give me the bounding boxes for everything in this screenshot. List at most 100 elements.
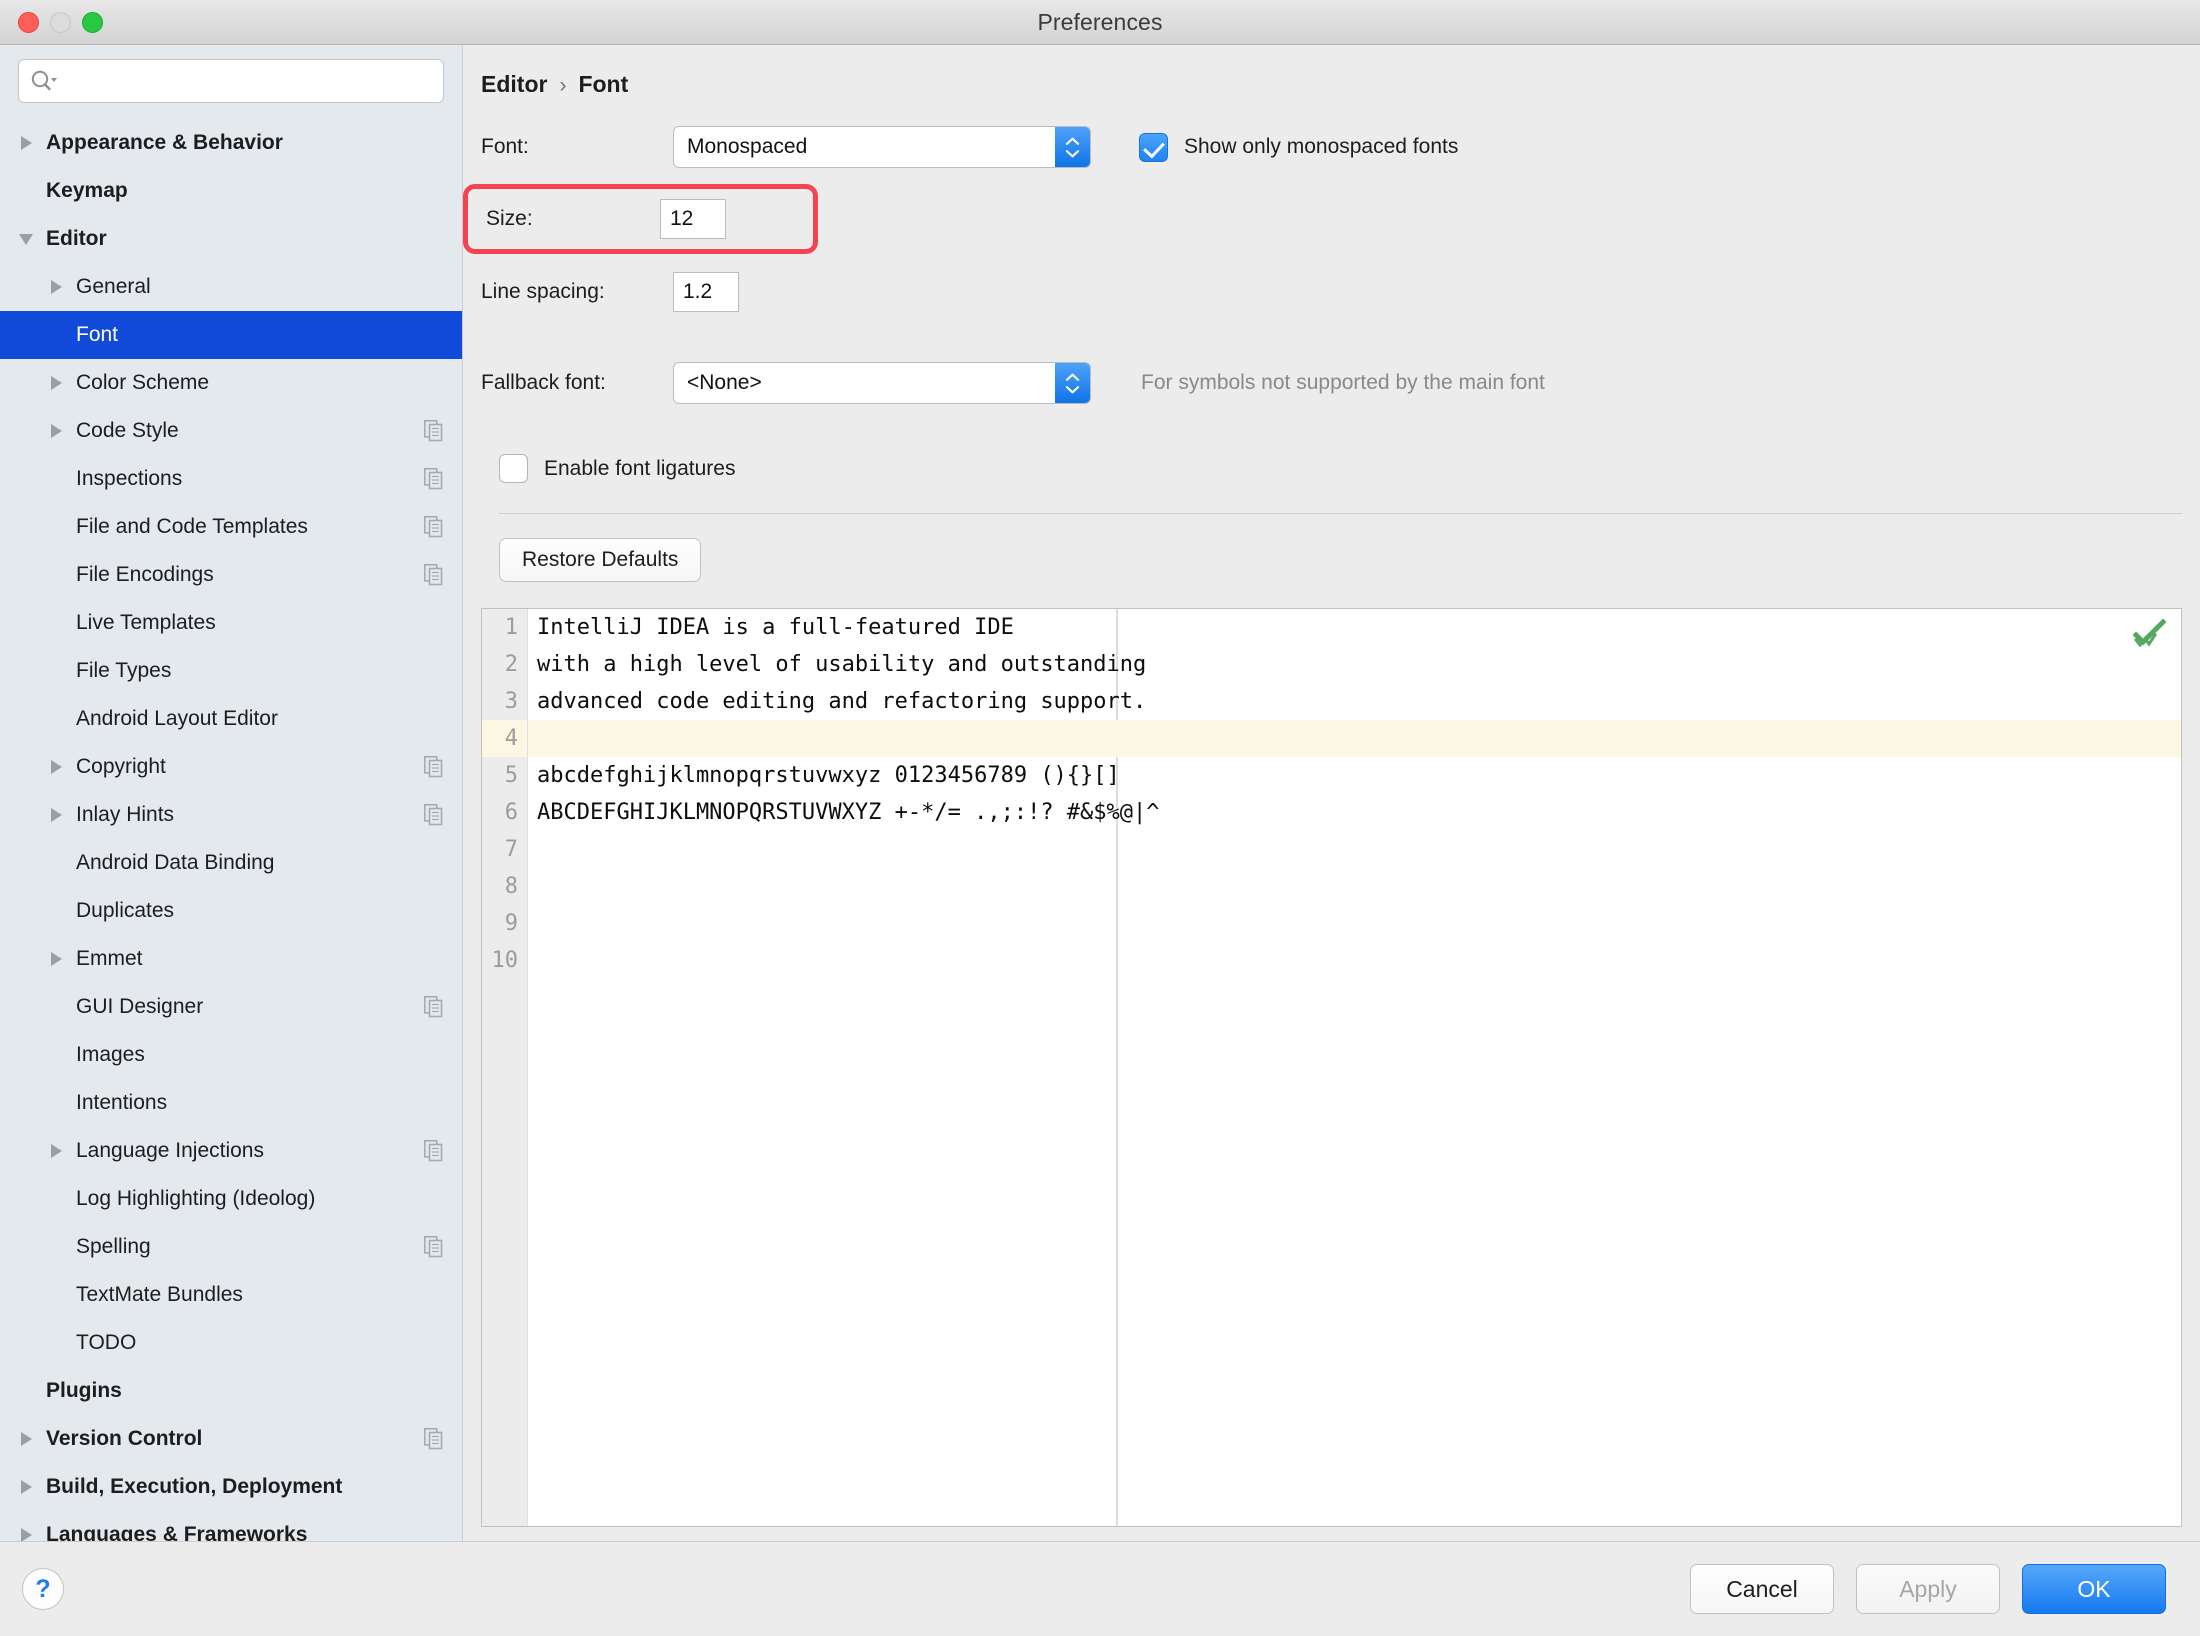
line-number: 4 [482, 720, 527, 757]
breadcrumb-parent[interactable]: Editor [481, 71, 547, 98]
sidebar-item-label: Editor [46, 227, 107, 250]
cancel-button[interactable]: Cancel [1690, 1564, 1834, 1614]
copy-settings-icon[interactable] [424, 1236, 444, 1258]
sidebar-item-color-scheme[interactable]: Color Scheme [0, 359, 462, 407]
sidebar-item-spelling[interactable]: Spelling [0, 1223, 462, 1271]
sidebar-item-textmate-bundles[interactable]: TextMate Bundles [0, 1271, 462, 1319]
apply-button[interactable]: Apply [1856, 1564, 2000, 1614]
help-button[interactable]: ? [22, 1568, 64, 1610]
restore-defaults-button[interactable]: Restore Defaults [499, 538, 702, 582]
sidebar-item-copyright[interactable]: Copyright [0, 743, 462, 791]
chevron-right-icon[interactable] [18, 1526, 36, 1541]
preview-code-area[interactable]: IntelliJ IDEA is a full-featured IDE with… [528, 609, 2181, 1526]
fallback-font-select[interactable]: <None> [673, 362, 1091, 404]
ligatures-row[interactable]: Enable font ligatures [499, 454, 2200, 483]
chevron-right-icon[interactable] [48, 1142, 66, 1160]
sidebar-item-label: Inspections [76, 467, 183, 490]
sidebar-item-general[interactable]: General [0, 263, 462, 311]
font-size-input[interactable]: 12 [660, 199, 726, 239]
chevron-right-icon[interactable] [48, 278, 66, 296]
chevron-right-icon[interactable] [48, 806, 66, 824]
sidebar-item-keymap[interactable]: Keymap [0, 167, 462, 215]
sidebar-item-font[interactable]: Font [0, 311, 462, 359]
copy-settings-icon[interactable] [424, 516, 444, 538]
window-title: Preferences [1037, 8, 1163, 35]
line-number: 6 [504, 800, 518, 825]
sidebar-item-label: Color Scheme [76, 371, 210, 394]
sidebar-item-plugins[interactable]: Plugins [0, 1367, 462, 1415]
chevron-right-icon[interactable] [18, 1478, 36, 1496]
sidebar-item-live-templates[interactable]: Live Templates [0, 599, 462, 647]
sidebar-item-label: File Types [76, 659, 172, 682]
ok-button[interactable]: OK [2022, 1564, 2166, 1614]
sidebar-item-duplicates[interactable]: Duplicates [0, 887, 462, 935]
sidebar-item-emmet[interactable]: Emmet [0, 935, 462, 983]
line-spacing-input[interactable]: 1.2 [673, 272, 739, 312]
settings-tree[interactable]: Appearance & Behavior Keymap Editor General… [0, 115, 462, 1541]
enable-font-ligatures-checkbox[interactable] [499, 454, 528, 483]
search-input[interactable] [59, 60, 433, 102]
copy-settings-icon[interactable] [424, 756, 444, 778]
show-monospaced-row[interactable]: Show only monospaced fonts [1139, 132, 1458, 162]
sidebar-item-log-highlighting-ideolog[interactable]: Log Highlighting (Ideolog) [0, 1175, 462, 1223]
sidebar-item-file-types[interactable]: File Types [0, 647, 462, 695]
search-box[interactable] [18, 59, 444, 103]
line-spacing-label: Line spacing: [481, 280, 605, 303]
footer-actions: Cancel Apply OK [1690, 1564, 2166, 1614]
copy-settings-icon[interactable] [424, 420, 444, 442]
sidebar-item-images[interactable]: Images [0, 1031, 462, 1079]
sidebar-item-file-and-code-templates[interactable]: File and Code Templates [0, 503, 462, 551]
font-preview-editor[interactable]: 1 2 3 4 5 6 7 8 9 10 IntelliJ IDEA is a full-feat… [481, 608, 2182, 1527]
sidebar-item-gui-designer[interactable]: GUI Designer [0, 983, 462, 1031]
chevron-right-icon[interactable] [48, 758, 66, 776]
chevron-right-icon[interactable] [48, 422, 66, 440]
line-number: 1 [504, 615, 518, 640]
sidebar-item-android-layout-editor[interactable]: Android Layout Editor [0, 695, 462, 743]
sidebar-item-appearance-behavior[interactable]: Appearance & Behavior [0, 119, 462, 167]
sidebar-item-intentions[interactable]: Intentions [0, 1079, 462, 1127]
sidebar-item-editor[interactable]: Editor [0, 215, 462, 263]
font-family-select[interactable]: Monospaced [673, 126, 1091, 168]
settings-content: Editor › Font Font: Monospaced Show only… [463, 45, 2200, 1541]
sidebar-item-language-injections[interactable]: Language Injections [0, 1127, 462, 1175]
preferences-window: Preferences Appearance & Behavior Keymap E [0, 0, 2200, 1636]
sidebar-item-label: Android Layout Editor [76, 707, 278, 730]
copy-settings-icon[interactable] [424, 996, 444, 1018]
font-family-stepper-icon[interactable] [1055, 127, 1090, 167]
preview-code-line: IntelliJ IDEA is a full-featured IDE [537, 615, 1014, 640]
sidebar-item-build-execution-deployment[interactable]: Build, Execution, Deployment [0, 1463, 462, 1511]
sidebar-item-inspections[interactable]: Inspections [0, 455, 462, 503]
sidebar-item-label: Languages & Frameworks [46, 1523, 308, 1541]
chevron-right-icon[interactable] [48, 374, 66, 392]
sidebar-item-label: Appearance & Behavior [46, 131, 283, 154]
sidebar-item-label: Live Templates [76, 611, 216, 634]
copy-settings-icon[interactable] [424, 468, 444, 490]
close-window-button[interactable] [18, 12, 39, 33]
copy-settings-icon[interactable] [424, 804, 444, 826]
chevron-right-icon[interactable] [18, 1430, 36, 1448]
copy-settings-icon[interactable] [424, 564, 444, 586]
copy-settings-icon[interactable] [424, 1428, 444, 1450]
sidebar-item-languages-frameworks[interactable]: Languages & Frameworks [0, 1511, 462, 1541]
fallback-font-stepper-icon[interactable] [1055, 363, 1090, 403]
show-monospaced-checkbox[interactable] [1139, 132, 1168, 162]
sidebar-item-label: File Encodings [76, 563, 214, 586]
chevron-down-icon[interactable] [18, 230, 36, 248]
copy-settings-icon[interactable] [424, 1140, 444, 1162]
minimize-window-button[interactable] [50, 12, 71, 33]
sidebar-item-code-style[interactable]: Code Style [0, 407, 462, 455]
sidebar-item-android-data-binding[interactable]: Android Data Binding [0, 839, 462, 887]
maximize-window-button[interactable] [82, 12, 103, 33]
sidebar-item-label: Android Data Binding [76, 851, 275, 874]
sidebar-item-inlay-hints[interactable]: Inlay Hints [0, 791, 462, 839]
sidebar-item-version-control[interactable]: Version Control [0, 1415, 462, 1463]
sidebar-item-todo[interactable]: TODO [0, 1319, 462, 1367]
chevron-right-icon[interactable] [18, 134, 36, 152]
chevron-right-icon[interactable] [48, 950, 66, 968]
breadcrumb: Editor › Font [463, 45, 2200, 98]
sidebar-item-file-encodings[interactable]: File Encodings [0, 551, 462, 599]
